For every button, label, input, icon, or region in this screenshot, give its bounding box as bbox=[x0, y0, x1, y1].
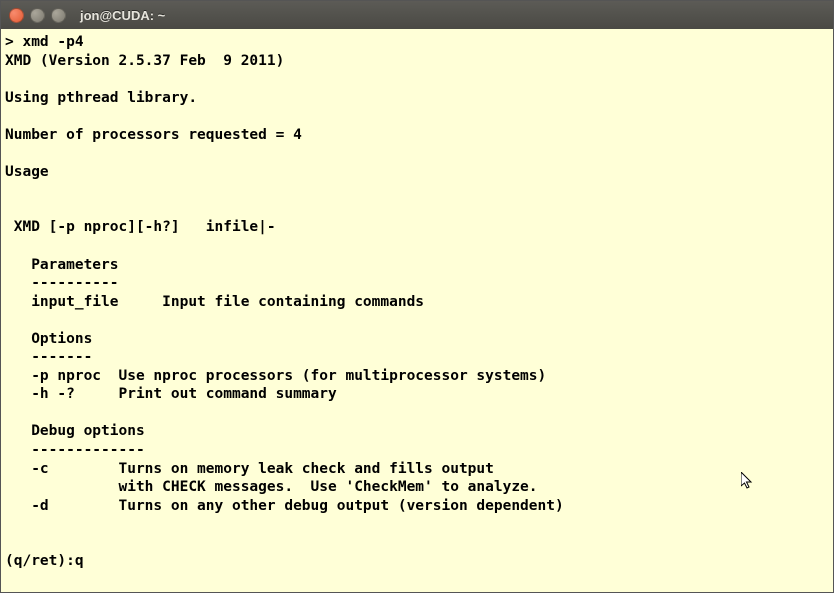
prompt: > bbox=[5, 34, 22, 50]
output-line: Debug options bbox=[5, 423, 145, 439]
typed-command: xmd -p4 bbox=[22, 34, 83, 50]
output-line: Number of processors requested = 4 bbox=[5, 127, 302, 143]
output-line: ------- bbox=[5, 349, 92, 365]
mouse-cursor-icon bbox=[741, 472, 755, 492]
output-line: input_file Input file containing command… bbox=[5, 294, 424, 310]
window-controls bbox=[9, 8, 66, 23]
output-line: -h -? Print out command summary bbox=[5, 386, 337, 402]
terminal-window: jon@CUDA: ~ > xmd -p4 XMD (Version 2.5.3… bbox=[0, 0, 834, 593]
window-title: jon@CUDA: ~ bbox=[80, 8, 165, 23]
pager-input[interactable]: q bbox=[75, 553, 84, 569]
maximize-icon[interactable] bbox=[51, 8, 66, 23]
output-line: Parameters bbox=[5, 257, 119, 273]
close-icon[interactable] bbox=[9, 8, 24, 23]
terminal-body[interactable]: > xmd -p4 XMD (Version 2.5.37 Feb 9 2011… bbox=[1, 29, 833, 592]
output-line: -c Turns on memory leak check and fills … bbox=[5, 461, 494, 477]
titlebar[interactable]: jon@CUDA: ~ bbox=[1, 1, 833, 29]
output-line: XMD [-p nproc][-h?] infile|- bbox=[5, 219, 276, 235]
output-line: -p nproc Use nproc processors (for multi… bbox=[5, 368, 546, 384]
output-line: ------------- bbox=[5, 442, 145, 458]
output-line: Options bbox=[5, 331, 92, 347]
output-line: -d Turns on any other debug output (vers… bbox=[5, 498, 564, 514]
output-line: XMD (Version 2.5.37 Feb 9 2011) bbox=[5, 53, 284, 69]
output-line: with CHECK messages. Use 'CheckMem' to a… bbox=[5, 479, 538, 495]
pager-prompt: (q/ret): bbox=[5, 553, 75, 569]
output-line: Using pthread library. bbox=[5, 90, 197, 106]
minimize-icon[interactable] bbox=[30, 8, 45, 23]
output-line: ---------- bbox=[5, 275, 119, 291]
output-line: Usage bbox=[5, 164, 49, 180]
